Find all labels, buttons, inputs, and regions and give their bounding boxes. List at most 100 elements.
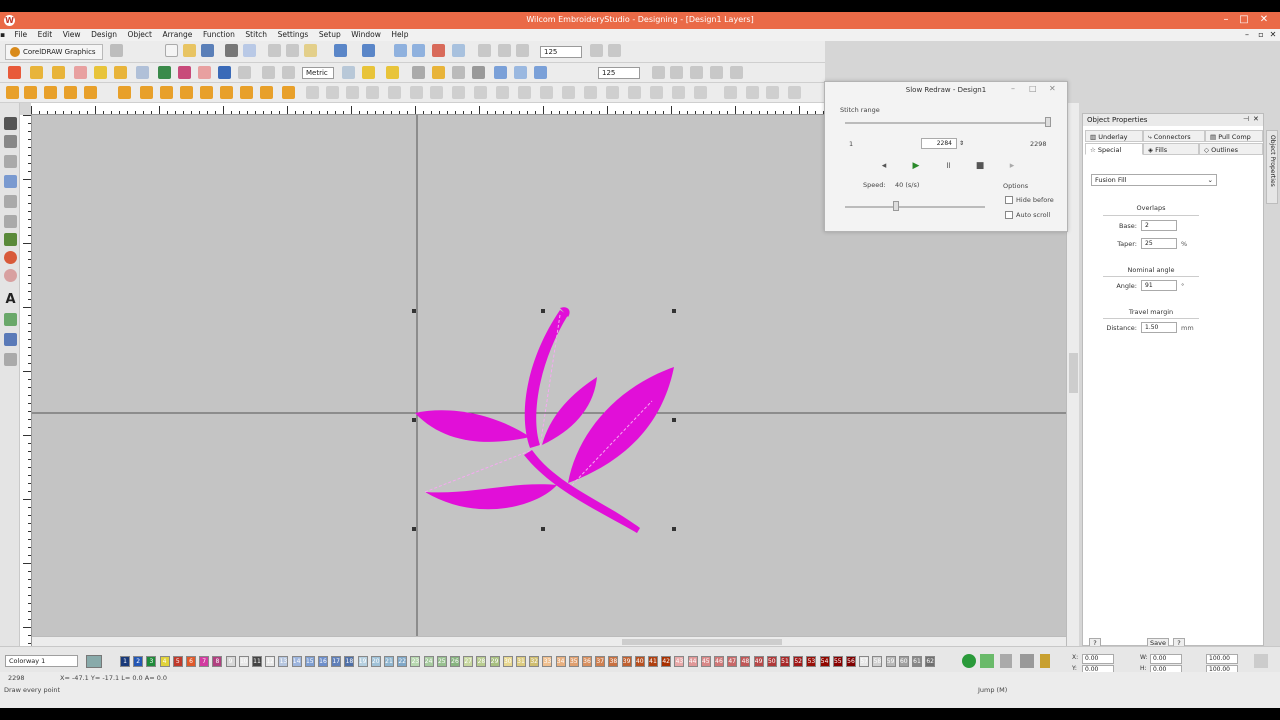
color-chip[interactable]: 40 (634, 656, 645, 667)
coord-field[interactable]: 100.00 (1206, 654, 1238, 664)
show-stitch-icon[interactable] (198, 66, 211, 79)
color-chip[interactable]: 22 (397, 656, 408, 667)
color-chip[interactable]: 16 (318, 656, 328, 667)
color-chip[interactable]: 20 (370, 656, 381, 667)
branching-icon[interactable] (240, 86, 253, 99)
rotate-left-icon[interactable] (746, 86, 759, 99)
zoom-fit-icon[interactable] (652, 66, 665, 79)
show-function-icon[interactable] (114, 66, 127, 79)
menu-window[interactable]: Window (347, 29, 385, 41)
menu-object[interactable]: Object (124, 29, 156, 41)
play-icon[interactable]: ▶ (909, 160, 923, 172)
taper-field[interactable]: 25 (1141, 238, 1177, 249)
unlock-icon[interactable] (540, 86, 553, 99)
zoom-page-icon[interactable] (670, 66, 683, 79)
color-chip[interactable]: 39 (621, 656, 632, 667)
color-chip[interactable]: 12 (265, 656, 276, 667)
close-icon[interactable]: ✕ (1256, 13, 1272, 27)
color-chip[interactable]: 9 (225, 656, 236, 667)
monogram-icon[interactable] (4, 313, 17, 326)
color-chip[interactable]: 48 (740, 656, 751, 667)
front-icon[interactable] (606, 86, 619, 99)
reshape-icon[interactable] (260, 86, 273, 99)
color-chip[interactable]: 55 (832, 656, 843, 667)
panel-close-icon[interactable]: ✕ (1253, 115, 1259, 123)
zoom-in-icon[interactable] (478, 44, 491, 57)
color-chip[interactable]: 31 (516, 656, 526, 667)
group-icon[interactable] (474, 86, 487, 99)
color-chip[interactable]: 11 (252, 656, 262, 667)
align-right-icon[interactable] (346, 86, 359, 99)
color-chip[interactable]: 27 (463, 656, 474, 667)
import-icon[interactable] (394, 44, 407, 57)
color-chip[interactable]: 36 (582, 656, 592, 667)
color-chip[interactable]: 1 (120, 656, 130, 667)
angle-field[interactable]: 91 (1141, 280, 1177, 291)
menu-setup[interactable]: Setup (315, 29, 345, 41)
rulers-icon[interactable] (282, 66, 295, 79)
menu-file[interactable]: File (11, 29, 32, 41)
reshape-tool-icon[interactable] (4, 135, 17, 148)
tab-fills[interactable]: ◈ Fills (1143, 143, 1199, 155)
tab-underlay[interactable]: ▥ Underlay (1085, 130, 1143, 142)
color-chip[interactable]: 30 (502, 656, 513, 667)
color-chip[interactable]: 23 (410, 656, 421, 667)
edit-color-icon[interactable] (980, 654, 994, 668)
travel-icon[interactable] (494, 66, 507, 79)
stop-icon[interactable] (452, 66, 465, 79)
menu-view[interactable]: View (59, 29, 85, 41)
save-icon[interactable] (201, 44, 214, 57)
doc-close-icon[interactable]: ✕ (1268, 29, 1278, 41)
distribute-v-icon[interactable] (452, 86, 465, 99)
color-chip[interactable]: 50 (766, 656, 777, 667)
pause-icon[interactable]: ॥ (941, 160, 955, 172)
flip-v-icon[interactable] (724, 86, 737, 99)
color-chip[interactable]: 7 (199, 656, 210, 667)
color-chip[interactable]: 5 (172, 656, 183, 667)
show-connectors-icon[interactable] (178, 66, 191, 79)
trim-icon[interactable] (412, 66, 425, 79)
coord-field[interactable]: 0.00 (1150, 654, 1182, 664)
menu-arrange[interactable]: Arrange (159, 29, 197, 41)
tab-special[interactable]: ☆ Special (1085, 143, 1143, 155)
tab-pull-comp[interactable]: ▤ Pull Comp (1205, 130, 1263, 142)
stop-icon[interactable]: ■ (973, 160, 987, 172)
color-chip[interactable]: 52 (793, 656, 804, 667)
color-chip[interactable]: 59 (885, 656, 896, 667)
color-chip[interactable]: 10 (238, 656, 249, 667)
stitch-range-slider[interactable] (845, 122, 1049, 124)
add-color-icon[interactable] (962, 654, 976, 668)
color-chip[interactable]: 37 (595, 656, 606, 667)
coord-field[interactable]: 0.00 (1082, 654, 1114, 664)
color-chip[interactable]: 26 (450, 656, 460, 667)
align-top-icon[interactable] (366, 86, 379, 99)
color-chip[interactable]: 53 (806, 656, 817, 667)
color-chip[interactable]: 42 (661, 656, 672, 667)
auto-scroll-checkbox[interactable] (1005, 211, 1013, 219)
color-chip[interactable]: 58 (872, 656, 883, 667)
print-preview-icon[interactable] (243, 44, 256, 57)
step-back-icon[interactable]: ◂ (877, 160, 891, 172)
tatami-icon[interactable] (44, 86, 57, 99)
ellipse-icon[interactable] (4, 269, 17, 282)
zoom-box-icon[interactable] (516, 44, 529, 57)
align-bottom-icon[interactable] (410, 86, 423, 99)
export-icon[interactable] (412, 44, 425, 57)
color-chip[interactable]: 21 (384, 656, 394, 667)
doc-minimize-icon[interactable]: – (1242, 29, 1252, 41)
zigzag-icon[interactable] (64, 86, 77, 99)
corel-toggle-icon[interactable] (110, 44, 123, 57)
vscroll-thumb[interactable] (1069, 353, 1078, 393)
color-chip[interactable]: 46 (714, 656, 724, 667)
color-chip[interactable]: 35 (568, 656, 579, 667)
polyline-select-icon[interactable] (4, 155, 17, 168)
break-apart-icon[interactable] (562, 86, 575, 99)
paste-icon[interactable] (304, 44, 317, 57)
color-chip[interactable]: 15 (304, 656, 315, 667)
dialog-close-icon[interactable]: ✕ (1049, 84, 1059, 94)
color-chip[interactable]: 18 (344, 656, 355, 667)
dialog-minimize-icon[interactable]: – (1011, 84, 1019, 94)
new-file-icon[interactable] (165, 44, 178, 57)
hide-before-checkbox[interactable] (1005, 196, 1013, 204)
digitize-tool-icon[interactable] (4, 175, 17, 188)
